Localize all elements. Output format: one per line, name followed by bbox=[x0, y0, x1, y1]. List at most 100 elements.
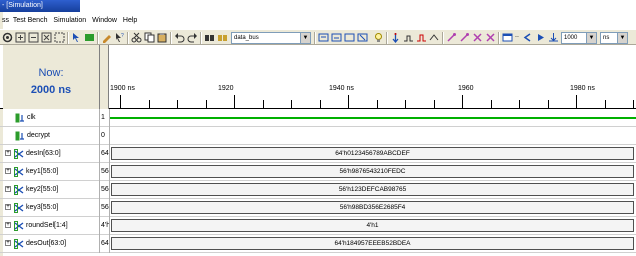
menu-item-simulation[interactable]: Simulation bbox=[53, 17, 86, 24]
signal-name-cell[interactable]: clk bbox=[3, 109, 100, 127]
expand-icon[interactable]: + bbox=[5, 150, 11, 156]
lightbulb-icon[interactable] bbox=[373, 32, 384, 43]
now-label: Now: bbox=[38, 67, 64, 79]
cursor-icon[interactable] bbox=[71, 32, 82, 43]
go-back-icon[interactable] bbox=[522, 32, 533, 43]
delete-all-icon[interactable] bbox=[485, 32, 496, 43]
bus-signal-icon bbox=[14, 203, 24, 213]
chevron-down-icon[interactable]: ▼ bbox=[586, 33, 596, 43]
signal-combo[interactable]: data_bus ▼ bbox=[231, 32, 311, 44]
ruler-tick bbox=[405, 100, 406, 109]
window-title: - [Simulation] bbox=[0, 0, 80, 12]
restart-icon[interactable] bbox=[429, 32, 440, 43]
expand-icon[interactable]: + bbox=[5, 222, 11, 228]
zoom-out-icon[interactable] bbox=[28, 32, 39, 43]
now-time: 2000 ns bbox=[30, 84, 72, 96]
time-unit-combo[interactable]: ns ▼ bbox=[600, 32, 628, 44]
next-edge-icon[interactable] bbox=[331, 32, 342, 43]
time-label: 1900 ns bbox=[110, 85, 135, 92]
signal-name: key1[55:0] bbox=[26, 168, 59, 175]
current-time-panel: Now: 2000 ns bbox=[3, 45, 100, 109]
signal-value: 64'h... bbox=[100, 235, 110, 253]
remove-marker-icon[interactable] bbox=[357, 32, 368, 43]
signal-row[interactable]: + key3[55:0] 56'h...56'h98BD356E2685F4 bbox=[0, 199, 636, 217]
signal-name: key3[55:0] bbox=[26, 204, 59, 211]
waveform-header: Now: 2000 ns 1900 ns 1920 1940 ns 1960 1… bbox=[0, 45, 636, 109]
bus-waveform[interactable]: 56'h98BD356E2685F4 bbox=[111, 201, 634, 214]
window-icon[interactable] bbox=[502, 32, 513, 43]
signal-combo-value: data_bus bbox=[234, 35, 259, 41]
chevron-down-icon[interactable]: ▼ bbox=[617, 33, 627, 43]
toolbar: ? data_bus ▼ .. 1000 ▼ ns ▼ bbox=[0, 29, 636, 45]
signal-value: 64'h... bbox=[100, 145, 110, 163]
undo-icon[interactable] bbox=[174, 32, 185, 43]
signal-row[interactable]: + roundSel[1:4] 4'h14'h1 bbox=[0, 217, 636, 235]
bus-signal-icon bbox=[14, 149, 24, 159]
find-signal-icon[interactable] bbox=[217, 32, 228, 43]
cut-icon[interactable] bbox=[131, 32, 142, 43]
signal-name-cell[interactable]: + desIn[63:0] bbox=[3, 145, 100, 163]
expand-icon[interactable]: + bbox=[5, 186, 11, 192]
signal-row[interactable]: + key2[55:0] 56'h...56'h123DEFCAB98765 bbox=[0, 181, 636, 199]
help-pointer-icon[interactable]: ? bbox=[114, 32, 125, 43]
find-icon[interactable] bbox=[204, 32, 215, 43]
bus-waveform[interactable]: 56'h123DEFCAB98765 bbox=[111, 183, 634, 196]
time-value-combo[interactable]: 1000 ▼ bbox=[561, 32, 597, 44]
signal-row[interactable]: decrypt 0 bbox=[0, 127, 636, 145]
probe-icon[interactable] bbox=[446, 32, 457, 43]
copy-icon[interactable] bbox=[144, 32, 155, 43]
menu-item-test-bench[interactable]: Test Bench bbox=[13, 17, 48, 24]
pulse-icon[interactable] bbox=[416, 32, 427, 43]
delete-x-icon[interactable] bbox=[472, 32, 483, 43]
signal-name-cell[interactable]: + roundSel[1:4] bbox=[3, 217, 100, 235]
run-icon[interactable] bbox=[390, 32, 401, 43]
prev-edge-icon[interactable] bbox=[318, 32, 329, 43]
bus-signal-icon bbox=[14, 239, 24, 249]
expand-icon[interactable]: + bbox=[5, 240, 11, 246]
signal-row[interactable]: clk 1 bbox=[0, 109, 636, 127]
bus-waveform[interactable]: 4'h1 bbox=[111, 219, 634, 232]
signal-name-cell[interactable]: + key3[55:0] bbox=[3, 199, 100, 217]
paste-icon[interactable] bbox=[157, 32, 168, 43]
play-icon[interactable] bbox=[535, 32, 546, 43]
bit-waveform-high[interactable] bbox=[110, 117, 636, 119]
pencil-icon[interactable] bbox=[101, 32, 112, 43]
chevron-down-icon[interactable]: ▼ bbox=[300, 33, 310, 43]
expand-icon[interactable]: + bbox=[5, 168, 11, 174]
signal-name: desIn[63:0] bbox=[26, 150, 61, 157]
redo-icon[interactable] bbox=[187, 32, 198, 43]
step-icon[interactable] bbox=[403, 32, 414, 43]
marker-icon[interactable] bbox=[84, 32, 95, 43]
menu-item-window[interactable]: Window bbox=[92, 17, 117, 24]
ruler-tick bbox=[120, 95, 121, 109]
bus-waveform[interactable]: 64'h184957EEEB52BDEA bbox=[111, 237, 634, 250]
add-marker-icon[interactable] bbox=[344, 32, 355, 43]
signal-list: clk1decrypt0+desIn[63:0]64'h...64'h01234… bbox=[0, 109, 636, 256]
zoom-full-icon[interactable] bbox=[41, 32, 52, 43]
zoom-in-icon[interactable] bbox=[15, 32, 26, 43]
signal-row[interactable]: + desOut[63:0] 64'h...64'h184957EEEB52BDEA bbox=[0, 235, 636, 253]
signal-name-cell[interactable]: + key1[55:0] bbox=[3, 163, 100, 181]
signal-name-cell[interactable]: + desOut[63:0] bbox=[3, 235, 100, 253]
run-for-icon[interactable] bbox=[548, 32, 559, 43]
signal-value: 56'h... bbox=[100, 181, 110, 199]
menu-item-ss[interactable]: ss bbox=[2, 17, 9, 24]
bus-waveform[interactable]: 64'h0123456789ABCDEF bbox=[111, 147, 634, 160]
bus-signal-icon bbox=[14, 167, 24, 177]
signal-name-cell[interactable]: + key2[55:0] bbox=[3, 181, 100, 199]
ruler-tick bbox=[490, 100, 492, 109]
zoom-fit-icon[interactable] bbox=[2, 32, 13, 43]
signal-name: decrypt bbox=[27, 132, 50, 139]
signal-name: clk bbox=[27, 114, 36, 121]
signal-row[interactable]: + desIn[63:0] 64'h...64'h0123456789ABCDEF bbox=[0, 145, 636, 163]
zoom-area-icon[interactable] bbox=[54, 32, 65, 43]
expand-icon[interactable]: + bbox=[5, 204, 11, 210]
simulation-window: - [Simulation] ss Test Bench Simulation … bbox=[0, 0, 636, 256]
bus-waveform[interactable]: 56'h9876543210FEDC bbox=[111, 165, 634, 178]
signal-name-cell[interactable]: decrypt bbox=[3, 127, 100, 145]
ruler-tick bbox=[576, 95, 577, 109]
time-label: 1960 bbox=[458, 85, 474, 92]
probe-remove-icon[interactable] bbox=[459, 32, 470, 43]
signal-row[interactable]: + key1[55:0] 56'h...56'h9876543210FEDC bbox=[0, 163, 636, 181]
menu-item-help[interactable]: Help bbox=[123, 17, 137, 24]
